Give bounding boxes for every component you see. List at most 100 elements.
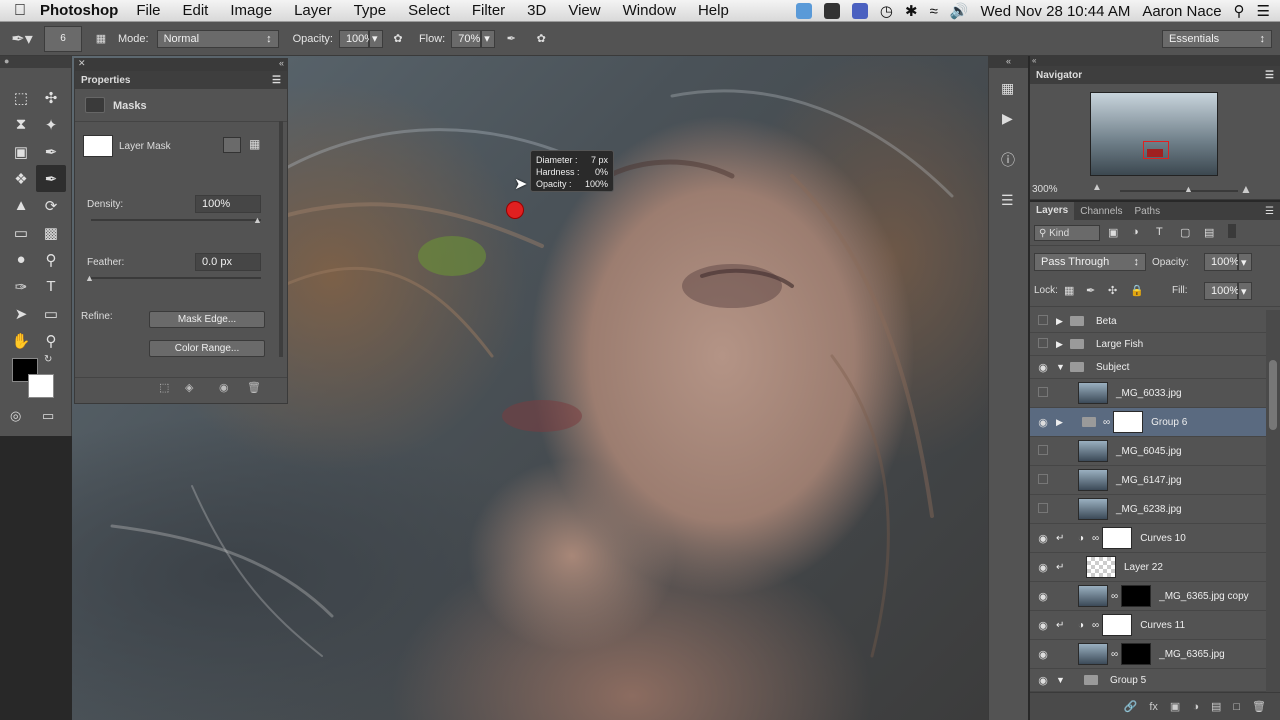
layer-style-icon[interactable]: fx: [1149, 701, 1158, 713]
zoom-tool-icon[interactable]: ⚲: [36, 327, 66, 354]
pen-tool-icon[interactable]: ✑: [6, 273, 36, 300]
eye-icon[interactable]: ◉: [1030, 648, 1056, 661]
layer-row[interactable]: _MG_6147.jpg: [1030, 466, 1266, 495]
mask-edge-button[interactable]: Mask Edge...: [149, 311, 265, 328]
filter-shape-icon[interactable]: ▢: [1180, 226, 1190, 239]
shape-tool-icon[interactable]: ▭: [36, 300, 66, 327]
visibility-toggle[interactable]: [1030, 314, 1056, 328]
airbrush-icon[interactable]: ✒: [495, 32, 527, 45]
opacity-input[interactable]: 100%: [338, 29, 374, 48]
layer-opacity-dropdown[interactable]: ▾: [1238, 253, 1252, 271]
type-tool-icon[interactable]: T: [36, 273, 66, 300]
filter-adjustment-icon[interactable]: ◑: [1132, 226, 1139, 238]
mask-thumbnail[interactable]: [1102, 614, 1133, 636]
tab-channels[interactable]: Channels: [1074, 206, 1128, 217]
stamp-tool-icon[interactable]: ▲: [6, 192, 36, 219]
properties-panel-header[interactable]: ✕ «: [74, 58, 288, 70]
density-input[interactable]: 100%: [195, 195, 261, 213]
menu-edit[interactable]: Edit: [183, 2, 209, 19]
hand-tool-icon[interactable]: ✋: [6, 327, 36, 354]
link-icon[interactable]: ∞: [1111, 649, 1118, 660]
magic-wand-icon[interactable]: ✦: [36, 111, 66, 138]
layer-thumbnail[interactable]: [1086, 556, 1116, 578]
lock-position-icon[interactable]: ✣: [1108, 284, 1117, 297]
collapse-icon[interactable]: «: [989, 56, 1028, 68]
brush-panel-icon[interactable]: ▦: [88, 32, 114, 45]
layer-row[interactable]: _MG_6033.jpg: [1030, 379, 1266, 408]
dodge-tool-icon[interactable]: ⚲: [36, 246, 66, 273]
trash-icon[interactable]: 🗑: [1252, 700, 1266, 713]
zoom-out-icon[interactable]: ▲: [1092, 182, 1102, 193]
volume-icon[interactable]: 🔊: [950, 2, 969, 20]
bluetooth-icon[interactable]: ✱: [905, 2, 918, 20]
adjustment-layer-icon[interactable]: ◑: [1192, 701, 1199, 713]
layer-thumbnail[interactable]: [1078, 585, 1108, 607]
density-slider-handle[interactable]: ▲: [253, 215, 262, 225]
visibility-toggle[interactable]: [1030, 502, 1056, 516]
layer-row[interactable]: ◉ ↵ ◑ ∞ Curves 10: [1030, 524, 1266, 553]
vector-mask-icon[interactable]: ▦: [249, 137, 260, 151]
navigator-panel-header[interactable]: «: [1030, 56, 1280, 66]
menu-select[interactable]: Select: [408, 2, 450, 19]
brush-tool-icon[interactable]: ✒: [36, 165, 66, 192]
lock-all-icon[interactable]: 🔒: [1130, 284, 1144, 297]
menu-window[interactable]: Window: [623, 2, 676, 19]
layer-opacity-input[interactable]: 100%: [1204, 253, 1239, 271]
color-range-button[interactable]: Color Range...: [149, 340, 265, 357]
panel-menu-icon[interactable]: ☰: [1265, 206, 1280, 217]
actions-panel-icon[interactable]: ▶: [1002, 110, 1013, 127]
layers-scrollbar[interactable]: [1266, 310, 1280, 692]
layer-thumbnail[interactable]: [1078, 440, 1108, 462]
history-panel-icon[interactable]: ▦: [1001, 80, 1014, 97]
layer-thumbnail[interactable]: [1078, 498, 1108, 520]
layer-row[interactable]: ◉ ↵ ◑ ∞ Curves 11: [1030, 611, 1266, 640]
eye-icon[interactable]: ◉: [1030, 532, 1056, 545]
wifi-icon[interactable]: ≈: [930, 3, 938, 20]
mask-thumbnail[interactable]: [1121, 585, 1152, 607]
mask-thumbnail[interactable]: [1121, 643, 1152, 665]
close-icon[interactable]: ✕: [78, 58, 86, 68]
layer-row[interactable]: ◉ ∞ _MG_6365.jpg: [1030, 640, 1266, 669]
link-icon[interactable]: ∞: [1103, 417, 1110, 428]
collapse-icon[interactable]: «: [279, 58, 288, 68]
pressure-opacity-icon[interactable]: ✿: [383, 32, 413, 45]
mode-select[interactable]: Normal ↕: [156, 29, 279, 48]
visibility-toggle[interactable]: [1030, 337, 1056, 351]
feather-input[interactable]: 0.0 px: [195, 253, 261, 271]
notification-center-icon[interactable]: ☰: [1257, 2, 1270, 20]
add-mask-icon[interactable]: ▣: [1170, 700, 1180, 713]
collapse-icon[interactable]: «: [1030, 56, 1036, 65]
menu-help[interactable]: Help: [698, 2, 729, 19]
brush-size-picker[interactable]: 6: [44, 25, 82, 52]
filter-toggle[interactable]: [1228, 224, 1236, 238]
menu-layer[interactable]: Layer: [294, 2, 332, 19]
new-layer-icon[interactable]: □: [1233, 701, 1240, 713]
scrollbar-thumb[interactable]: [1269, 360, 1277, 430]
eraser-tool-icon[interactable]: ▭: [6, 219, 36, 246]
navigator-view-box[interactable]: [1143, 141, 1169, 159]
lock-transparency-icon[interactable]: ▦: [1064, 284, 1074, 297]
feather-slider-handle[interactable]: ▲: [85, 273, 94, 283]
eye-icon[interactable]: ◉: [1030, 590, 1056, 603]
info-panel-icon[interactable]: ⓘ: [1001, 150, 1015, 170]
layer-thumbnail[interactable]: [1078, 382, 1108, 404]
history-brush-icon[interactable]: ⟳: [36, 192, 66, 219]
eye-icon[interactable]: ◉: [219, 381, 229, 394]
disclosure-triangle-icon[interactable]: ▼: [1056, 675, 1080, 685]
eye-icon[interactable]: ◉: [1030, 561, 1056, 574]
gradient-tool-icon[interactable]: ▩: [36, 219, 66, 246]
density-slider[interactable]: [91, 219, 261, 221]
mask-thumbnail[interactable]: [1102, 527, 1133, 549]
flow-input[interactable]: 70%: [451, 29, 482, 48]
layer-thumbnail[interactable]: [1078, 643, 1108, 665]
apple-icon[interactable]: : [0, 2, 40, 20]
blend-mode-select[interactable]: Pass Through ↕: [1034, 253, 1146, 271]
link-icon[interactable]: ∞: [1092, 533, 1099, 544]
screen-mode-icon[interactable]: ▭: [42, 408, 54, 424]
blur-tool-icon[interactable]: ●: [6, 246, 36, 273]
adjustments-panel-icon[interactable]: ☰: [1001, 192, 1014, 209]
link-icon[interactable]: ∞: [1092, 620, 1099, 631]
layer-row[interactable]: ◉ ▶ ∞ Group 6: [1030, 408, 1266, 437]
workspace-select[interactable]: Essentials ↕: [1162, 29, 1272, 48]
menu-file[interactable]: File: [136, 2, 160, 19]
